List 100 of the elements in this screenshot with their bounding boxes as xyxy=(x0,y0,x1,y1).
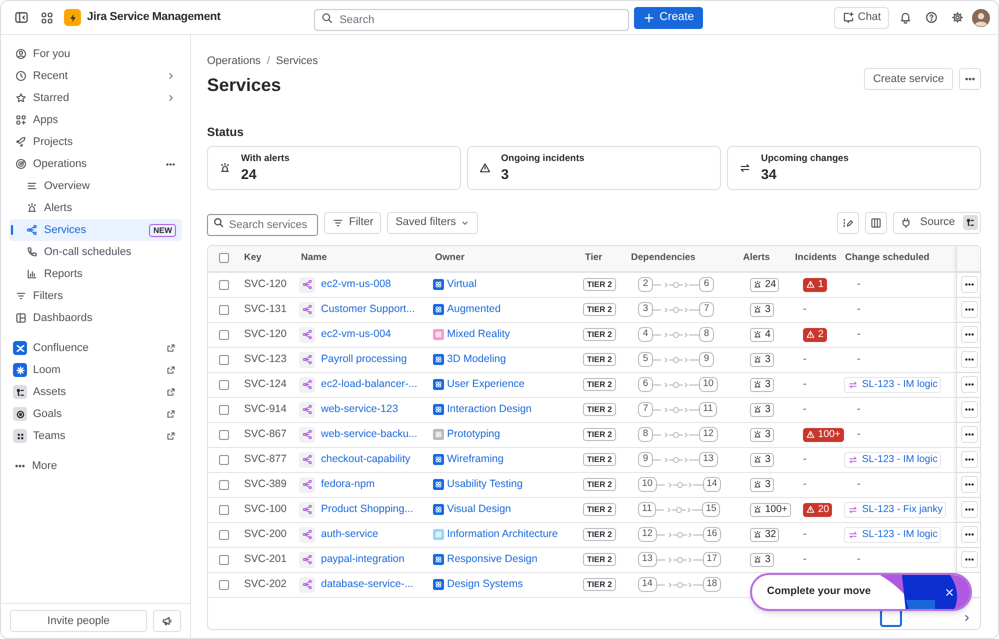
sidebar-item[interactable]: Filters xyxy=(9,285,182,307)
column-header: Change scheduled xyxy=(844,250,930,265)
checkbox[interactable] xyxy=(219,454,229,464)
row-actions-button[interactable] xyxy=(961,351,978,368)
owner-link[interactable]: Information Architecture xyxy=(447,526,558,542)
service-link[interactable]: Payroll processing xyxy=(321,352,407,368)
service-link[interactable]: web-service-123 xyxy=(321,402,398,418)
swap-arrows-icon xyxy=(739,162,751,174)
service-link[interactable]: web-service-backu... xyxy=(321,426,418,442)
tier-tag: TIER 2 xyxy=(583,528,616,541)
change-link[interactable]: SL-123 - IM logic xyxy=(844,526,941,542)
sidebar-item[interactable]: Projects xyxy=(9,131,182,153)
more-actions-button[interactable] xyxy=(959,68,981,90)
row-actions-button[interactable] xyxy=(961,451,978,468)
sidebar-app-item[interactable]: Teams xyxy=(9,425,182,447)
row-actions-button[interactable] xyxy=(961,426,978,443)
sidebar-item[interactable]: Apps xyxy=(9,109,182,131)
row-actions-button[interactable] xyxy=(961,376,978,393)
create-service-button[interactable]: Create service xyxy=(864,68,953,90)
row-actions-button[interactable] xyxy=(961,551,978,568)
dependency-count: 5 xyxy=(638,352,653,367)
checkbox[interactable] xyxy=(219,404,229,414)
checkbox[interactable] xyxy=(219,430,229,440)
checkbox[interactable] xyxy=(219,354,229,364)
close-button[interactable] xyxy=(943,586,956,599)
service-link[interactable]: ec2-vm-us-008 xyxy=(321,276,392,292)
filter-button[interactable]: Filter xyxy=(324,212,382,234)
service-link[interactable]: paypal-integration xyxy=(321,552,404,568)
service-link[interactable]: checkout-capability xyxy=(321,452,410,468)
row-actions-button[interactable] xyxy=(961,476,978,493)
sidebar-item[interactable]: Services NEW xyxy=(9,219,182,241)
warning-icon xyxy=(806,330,815,339)
service-link[interactable]: ec2-load-balancer-... xyxy=(321,376,418,392)
row-actions-button[interactable] xyxy=(961,526,978,543)
change-link[interactable]: SL-123 - Fix janky xyxy=(844,502,946,518)
invite-people-button[interactable]: Invite people xyxy=(10,610,147,632)
row-actions-button[interactable] xyxy=(961,276,978,293)
sidebar-item[interactable]: For you xyxy=(9,43,182,65)
checkbox[interactable] xyxy=(219,280,229,290)
search-services-field[interactable]: Search services xyxy=(207,214,318,236)
saved-filters-button[interactable]: Saved filters xyxy=(387,212,478,234)
feedback-button[interactable] xyxy=(153,610,181,632)
service-link[interactable]: fedora-npm xyxy=(321,476,375,492)
owner-link[interactable]: Augmented xyxy=(447,302,501,318)
source-button[interactable]: Source xyxy=(893,212,981,234)
change-link[interactable]: SL-123 - IM logic xyxy=(844,452,941,468)
owner-link[interactable]: Wireframing xyxy=(447,452,504,468)
empty-value: - xyxy=(803,402,806,417)
checkbox[interactable] xyxy=(219,380,229,390)
sidebar-item[interactable]: On-call schedules xyxy=(9,241,182,263)
sidebar-app-item[interactable]: Assets xyxy=(9,381,182,403)
owner-link[interactable]: Usability Testing xyxy=(447,476,523,492)
checkbox[interactable] xyxy=(219,330,229,340)
service-link[interactable]: auth-service xyxy=(321,526,378,542)
checkbox[interactable] xyxy=(219,554,229,564)
owner-link[interactable]: Responsive Design xyxy=(447,552,538,568)
columns-button[interactable] xyxy=(865,212,888,234)
checkbox[interactable] xyxy=(219,304,229,314)
service-link[interactable]: Product Shopping... xyxy=(321,502,414,518)
change-link[interactable]: SL-123 - IM logic xyxy=(844,376,941,392)
sidebar-item[interactable]: Overview xyxy=(9,175,182,197)
sidebar-item[interactable]: Starred xyxy=(9,87,182,109)
sidebar-item[interactable]: Dashbaords xyxy=(9,307,182,329)
owner-link[interactable]: Design Systems xyxy=(447,576,523,592)
owner-link[interactable]: Visual Design xyxy=(447,502,512,518)
avatar[interactable] xyxy=(972,8,990,26)
dependency-connector-icon xyxy=(656,480,703,490)
sidebar-item[interactable]: Alerts xyxy=(9,197,182,219)
sidebar-app-item[interactable]: Loom xyxy=(9,359,182,381)
owner-link[interactable]: Prototyping xyxy=(447,426,500,442)
row-actions-button[interactable] xyxy=(961,301,978,318)
row-actions-button[interactable] xyxy=(961,501,978,518)
sidebar-item[interactable]: Operations xyxy=(9,153,182,175)
owner-link[interactable]: User Experience xyxy=(447,376,525,392)
owner-link[interactable]: Mixed Reality xyxy=(447,326,510,342)
sidebar-app-item[interactable]: Goals xyxy=(9,403,182,425)
owner-link[interactable]: Virtual xyxy=(447,276,477,292)
row-actions-button[interactable] xyxy=(961,326,978,343)
owner-link[interactable]: Interaction Design xyxy=(447,402,532,418)
checkbox[interactable] xyxy=(219,480,229,490)
breadcrumb-link[interactable]: Services xyxy=(276,53,318,70)
service-link[interactable]: Customer Support... xyxy=(321,302,415,318)
chat-button[interactable]: Chat xyxy=(834,6,889,28)
checkbox[interactable] xyxy=(219,580,229,590)
incident-badge: 1 xyxy=(803,278,827,292)
service-link[interactable]: database-service-... xyxy=(321,576,414,592)
edit-fields-button[interactable] xyxy=(837,212,860,234)
breadcrumb-link[interactable]: Operations xyxy=(207,53,261,70)
row-actions-button[interactable] xyxy=(961,401,978,418)
sidebar-item[interactable]: Recent xyxy=(9,65,182,87)
search-field[interactable]: Search xyxy=(314,8,630,30)
more-item[interactable]: More xyxy=(9,455,182,477)
checkbox[interactable] xyxy=(219,253,229,263)
service-link[interactable]: ec2-vm-us-004 xyxy=(321,326,392,342)
owner-link[interactable]: 3D Modeling xyxy=(447,352,506,368)
sidebar-app-item[interactable]: Confluence xyxy=(9,337,182,359)
checkbox[interactable] xyxy=(219,530,229,540)
checkbox[interactable] xyxy=(219,504,229,514)
create-button[interactable]: Create xyxy=(634,6,703,28)
sidebar-item[interactable]: Reports xyxy=(9,263,182,285)
